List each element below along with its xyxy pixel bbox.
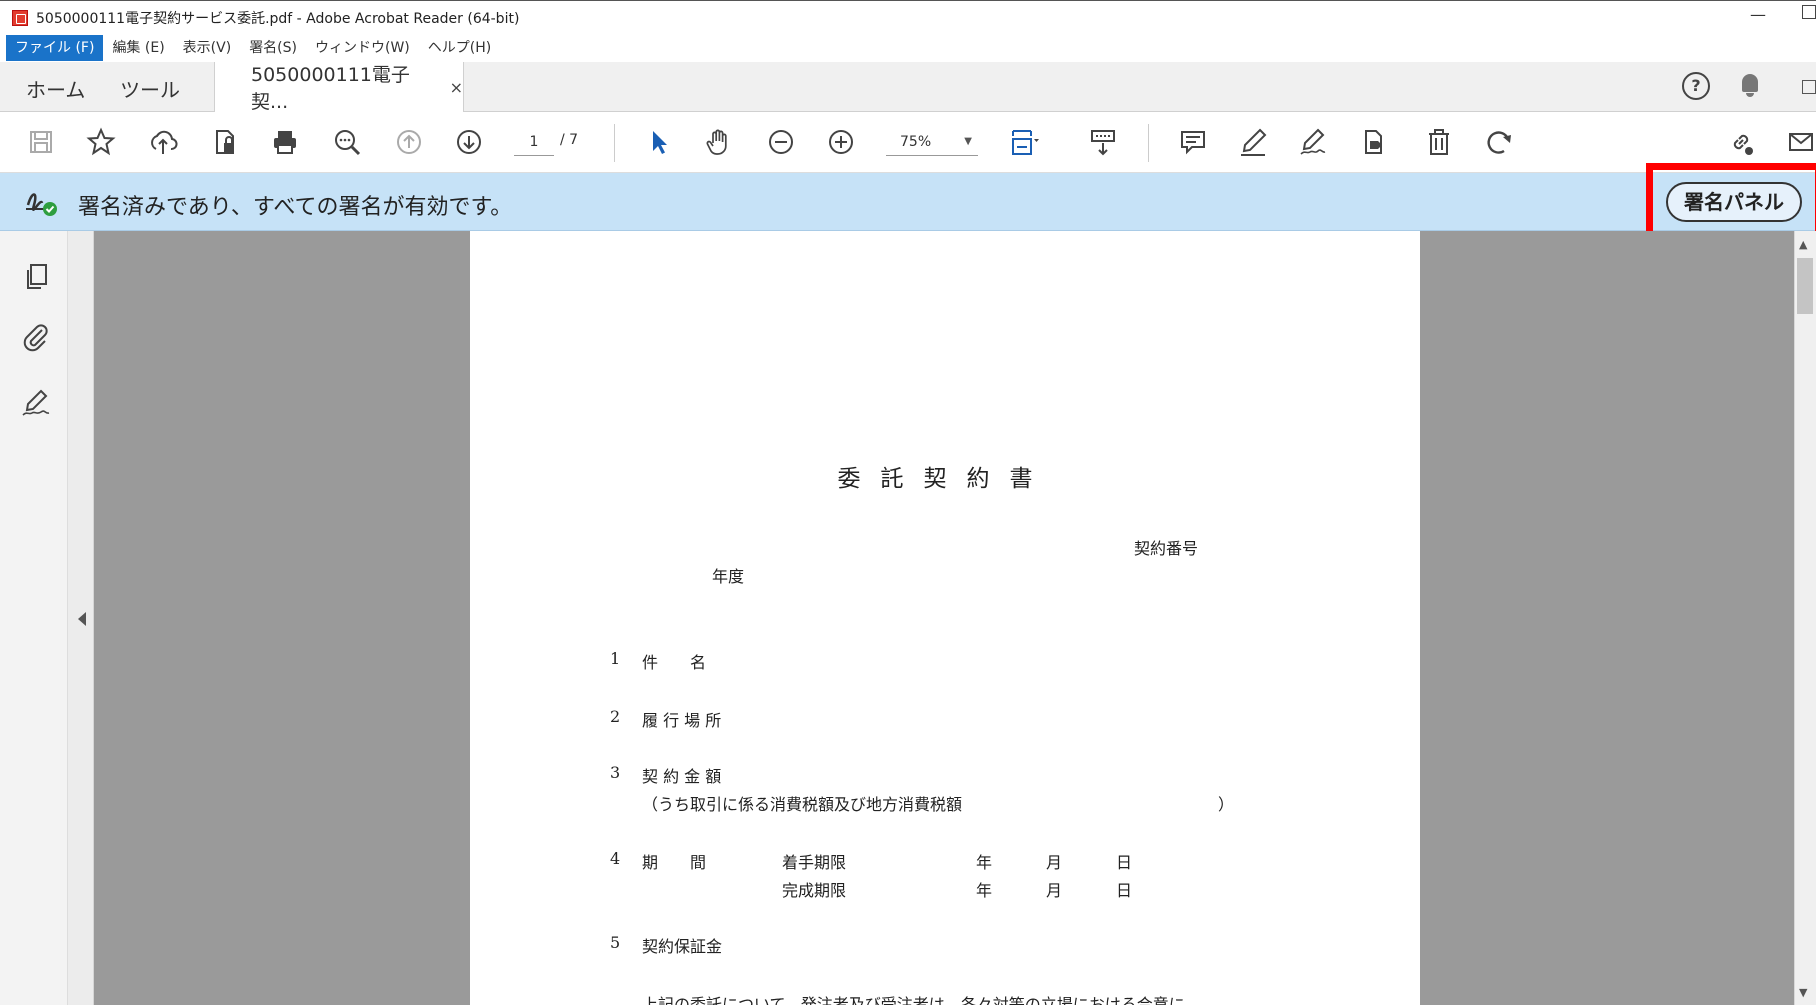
acrobat-icon — [12, 9, 28, 26]
minimize-button[interactable]: — — [1750, 5, 1766, 24]
scrollbar-thumb[interactable] — [1797, 258, 1813, 314]
item-number: 2 — [610, 707, 621, 726]
select-arrow-icon[interactable] — [642, 125, 676, 159]
menu-help[interactable]: ヘルプ(H) — [419, 35, 500, 61]
bookmark-star-icon[interactable] — [84, 125, 118, 159]
item-label-subject: 件 名 — [642, 653, 707, 672]
year-label: 年 — [976, 881, 993, 900]
previous-page-icon[interactable] — [392, 125, 426, 159]
save-icon[interactable] — [24, 125, 58, 159]
toolbar: 1 / 7 75% ▼ — [0, 112, 1816, 173]
toolbar-divider — [614, 124, 615, 162]
print-icon[interactable] — [268, 125, 302, 159]
menu-bar: ファイル (F) 編集 (E) 表示(V) 署名(S) ウィンドウ(W) ヘルプ… — [0, 34, 1816, 62]
chevron-down-icon: ▼ — [964, 136, 972, 147]
menu-view[interactable]: 表示(V) — [174, 35, 241, 61]
contract-body-text: 上記の委託について、発注者及び受注者は、各々対等の立場における合意に — [642, 995, 1185, 1005]
sign-in-icon[interactable] — [1802, 80, 1816, 94]
completion-deadline-label: 完成期限 — [782, 881, 847, 900]
attachment-icon[interactable] — [20, 321, 52, 353]
menu-edit[interactable]: 編集 (E) — [103, 35, 173, 61]
zoom-out-icon[interactable] — [764, 125, 798, 159]
toolbar-divider — [1148, 124, 1149, 162]
document-title: 委託契約書 — [837, 466, 1053, 492]
delete-icon[interactable] — [1422, 125, 1456, 159]
tax-note-close: ） — [1218, 795, 1235, 814]
item-number: 1 — [610, 649, 621, 668]
upload-cloud-icon[interactable] — [146, 125, 180, 159]
collapse-arrow-icon[interactable] — [78, 612, 86, 626]
signatures-icon[interactable] — [20, 387, 52, 419]
day-label: 日 — [1116, 881, 1133, 900]
hand-icon[interactable] — [702, 125, 736, 159]
tab-document[interactable]: 5050000111電子契... × — [214, 62, 464, 113]
item-number: 4 — [610, 849, 621, 868]
share-link-icon[interactable] — [1724, 125, 1758, 159]
mail-icon[interactable] — [1784, 125, 1816, 159]
help-icon[interactable]: ? — [1682, 72, 1710, 100]
fiscal-year-label: 年度 — [712, 567, 745, 586]
contract-number-label: 契約番号 — [1134, 539, 1199, 558]
fit-page-icon[interactable] — [1008, 125, 1042, 159]
vertical-scrollbar[interactable] — [1794, 231, 1816, 1005]
sign-icon[interactable] — [1296, 125, 1330, 159]
fill-sign-icon[interactable] — [1356, 125, 1390, 159]
item-label-amount: 契 約 金 額 — [642, 767, 722, 786]
signature-valid-icon — [24, 187, 58, 217]
pdf-page: 委託契約書 契約番号 年度 1 件 名 2 履 行 場 所 3 契 約 金 額 … — [470, 231, 1420, 1005]
scroll-mode-icon[interactable] — [1086, 125, 1120, 159]
scroll-down-icon[interactable]: ▼ — [1799, 986, 1807, 999]
menu-file[interactable]: ファイル (F) — [6, 35, 104, 61]
navigation-pane — [0, 231, 68, 1005]
year-label: 年 — [976, 853, 993, 872]
tab-bar: ホーム ツール 5050000111電子契... × ? — [0, 62, 1816, 113]
window-title: 5050000111電子契約サービス委託.pdf - Adobe Acrobat… — [36, 10, 520, 27]
tab-home[interactable]: ホーム — [26, 74, 85, 103]
day-label: 日 — [1116, 853, 1133, 872]
menu-window[interactable]: ウィンドウ(W) — [306, 35, 419, 61]
item-number: 5 — [610, 933, 621, 952]
comment-icon[interactable] — [1176, 125, 1210, 159]
item-number: 3 — [610, 763, 621, 782]
maximize-button[interactable] — [1802, 5, 1816, 19]
zoom-in-icon[interactable] — [824, 125, 858, 159]
item-label-period: 期 間 — [642, 853, 707, 872]
page-total: / 7 — [560, 132, 579, 148]
signature-status-bar: 署名済みであり、すべての署名が有効です。 署名パネル — [0, 173, 1816, 231]
protect-file-icon[interactable] — [208, 125, 242, 159]
rotate-icon[interactable] — [1482, 125, 1516, 159]
month-label: 月 — [1046, 853, 1063, 872]
signature-status-message: 署名済みであり、すべての署名が有効です。 — [78, 195, 513, 220]
item-label-location: 履 行 場 所 — [642, 711, 722, 730]
start-deadline-label: 着手期限 — [782, 853, 847, 872]
zoom-value: 75% — [900, 134, 932, 150]
scroll-up-icon[interactable]: ▲ — [1799, 238, 1807, 251]
notification-bell-icon[interactable] — [1739, 74, 1761, 98]
tax-note: （うち取引に係る消費税額及び地方消費税額 — [642, 795, 963, 814]
month-label: 月 — [1046, 881, 1063, 900]
menu-sign[interactable]: 署名(S) — [240, 35, 306, 61]
page-number-input[interactable]: 1 — [514, 130, 554, 156]
item-label-deposit: 契約保証金 — [642, 937, 723, 956]
title-bar: 5050000111電子契約サービス委託.pdf - Adobe Acrobat… — [0, 0, 1816, 34]
page-thumbnails-icon[interactable] — [20, 261, 52, 293]
tab-tools[interactable]: ツール — [120, 74, 180, 103]
highlight-pen-icon[interactable] — [1236, 125, 1270, 159]
tab-document-label: 5050000111電子契... — [251, 64, 410, 113]
zoom-select[interactable]: 75% ▼ — [886, 130, 978, 156]
next-page-icon[interactable] — [452, 125, 486, 159]
close-tab-icon[interactable]: × — [450, 78, 463, 97]
search-zoom-icon[interactable] — [330, 125, 364, 159]
